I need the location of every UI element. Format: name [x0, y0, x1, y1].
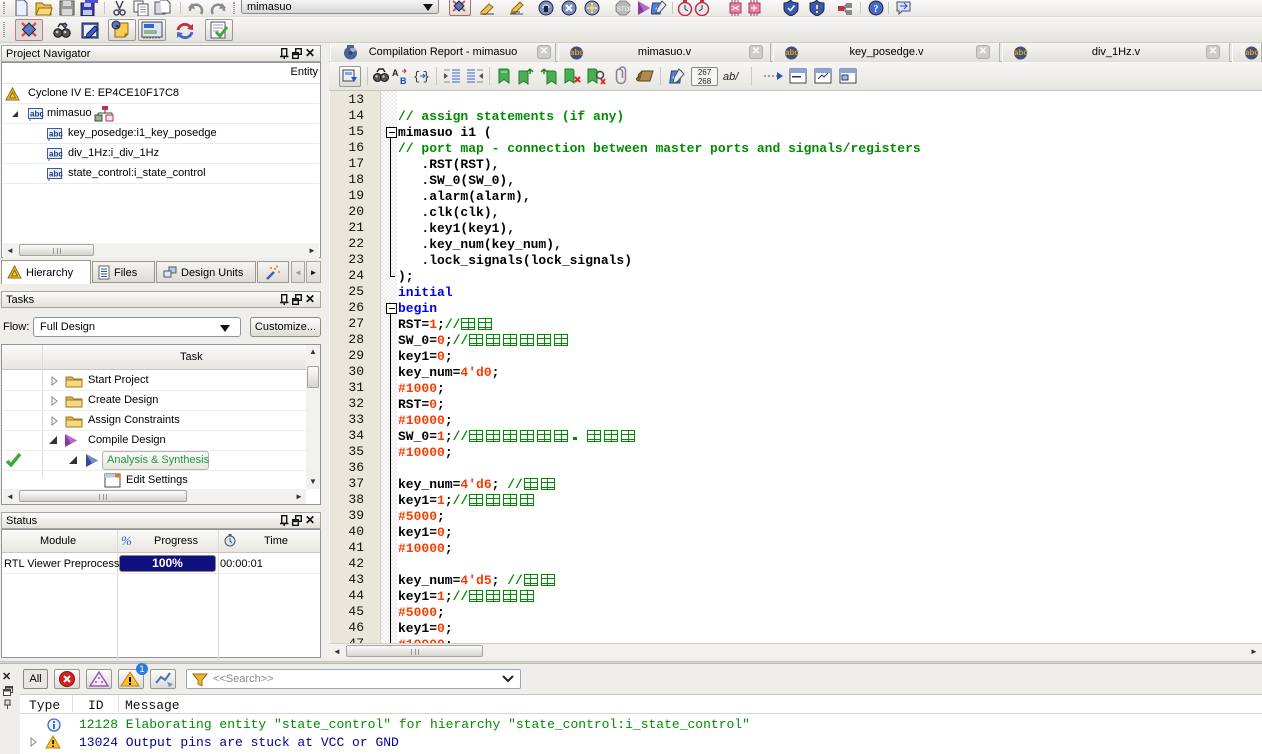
svg-text:abc: abc: [49, 150, 63, 159]
svg-text:A: A: [392, 68, 399, 78]
svg-text:STOP: STOP: [617, 7, 632, 13]
svg-text:B: B: [400, 76, 407, 85]
svg-text:?: ?: [874, 4, 879, 15]
svg-text:{ }: { }: [413, 70, 430, 84]
svg-text:abc: abc: [1245, 48, 1259, 57]
svg-text:abc: abc: [30, 110, 44, 119]
svg-text:abc: abc: [49, 130, 63, 139]
svg-text:abc: abc: [49, 170, 63, 179]
